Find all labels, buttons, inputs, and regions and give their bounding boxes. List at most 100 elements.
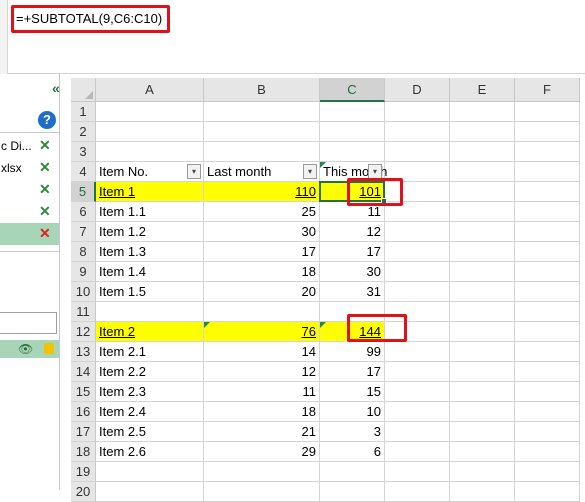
row-header-15[interactable]: 15 (71, 382, 96, 402)
cell-a6[interactable]: Item 1.1 (96, 202, 204, 222)
cell-empty[interactable] (515, 482, 580, 502)
column-header-b[interactable]: B (204, 78, 320, 102)
cell-c18[interactable]: 6 (320, 442, 385, 462)
cell-b20[interactable] (204, 482, 320, 502)
row-header-17[interactable]: 17 (71, 422, 96, 442)
cell-empty[interactable] (385, 222, 450, 242)
cell-c19[interactable] (320, 462, 385, 482)
row-header-14[interactable]: 14 (71, 362, 96, 382)
cell-empty[interactable] (450, 242, 515, 262)
row-header-3[interactable]: 3 (71, 142, 96, 162)
row-header-10[interactable]: 10 (71, 282, 96, 302)
eye-icon[interactable]: 👁 (18, 342, 33, 356)
cell-empty[interactable] (515, 242, 580, 262)
cell-a13[interactable]: Item 2.1 (96, 342, 204, 362)
cell-b16[interactable]: 18 (204, 402, 320, 422)
cell-b10[interactable]: 20 (204, 282, 320, 302)
cell-c7[interactable]: 12 (320, 222, 385, 242)
cell-b8[interactable]: 17 (204, 242, 320, 262)
remove-icon[interactable]: ✕ (39, 203, 51, 220)
cell-c13[interactable]: 99 (320, 342, 385, 362)
cell-a11[interactable] (96, 302, 204, 322)
cell-empty[interactable] (515, 202, 580, 222)
cell-empty[interactable] (385, 342, 450, 362)
cell-empty[interactable] (385, 442, 450, 462)
cell-b9[interactable]: 18 (204, 262, 320, 282)
cell-b18[interactable]: 29 (204, 442, 320, 462)
cell-empty[interactable] (385, 262, 450, 282)
column-header-a[interactable]: A (96, 78, 204, 102)
cell-c8[interactable]: 17 (320, 242, 385, 262)
select-all-corner[interactable] (71, 78, 96, 102)
cell-empty[interactable] (515, 322, 580, 342)
cell-empty[interactable] (450, 462, 515, 482)
cell-a18[interactable]: Item 2.6 (96, 442, 204, 462)
cell-b2[interactable] (204, 122, 320, 142)
row-header-5[interactable]: 5 (71, 182, 96, 202)
cell-empty[interactable] (450, 422, 515, 442)
row-header-11[interactable]: 11 (71, 302, 96, 322)
cell-empty[interactable] (450, 282, 515, 302)
cell-empty[interactable] (450, 222, 515, 242)
cell-empty[interactable] (385, 122, 450, 142)
cell-empty[interactable] (515, 402, 580, 422)
cell-b4[interactable]: Last month ▾ (204, 162, 320, 182)
cell-empty[interactable] (450, 442, 515, 462)
collapse-pane-icon[interactable]: « (52, 80, 60, 96)
cell-empty[interactable] (450, 142, 515, 162)
cell-b6[interactable]: 25 (204, 202, 320, 222)
pane-list-item[interactable]: c Di... ✕ (0, 135, 59, 157)
cell-a15[interactable]: Item 2.3 (96, 382, 204, 402)
cell-empty[interactable] (450, 262, 515, 282)
cell-c2[interactable] (320, 122, 385, 142)
cell-a19[interactable] (96, 462, 204, 482)
cell-a3[interactable] (96, 142, 204, 162)
row-header-6[interactable]: 6 (71, 202, 96, 222)
filter-dropdown-button[interactable]: ▾ (187, 164, 201, 179)
pane-list-item[interactable]: xlsx ✕ (0, 157, 59, 179)
cell-empty[interactable] (385, 402, 450, 422)
cell-a14[interactable]: Item 2.2 (96, 362, 204, 382)
row-header-19[interactable]: 19 (71, 462, 96, 482)
cell-empty[interactable] (450, 322, 515, 342)
cell-empty[interactable] (450, 342, 515, 362)
cell-b1[interactable] (204, 102, 320, 122)
row-header-1[interactable]: 1 (71, 102, 96, 122)
cell-b3[interactable] (204, 142, 320, 162)
cell-a10[interactable]: Item 1.5 (96, 282, 204, 302)
cell-empty[interactable] (385, 362, 450, 382)
cell-a2[interactable] (96, 122, 204, 142)
cell-empty[interactable] (515, 442, 580, 462)
cell-empty[interactable] (385, 482, 450, 502)
row-header-9[interactable]: 9 (71, 262, 96, 282)
cell-b12[interactable]: 76 (204, 322, 320, 342)
cell-a5[interactable]: Item 1 (96, 182, 204, 202)
row-header-13[interactable]: 13 (71, 342, 96, 362)
column-header-f[interactable]: F (515, 78, 580, 102)
cell-empty[interactable] (385, 142, 450, 162)
cell-a4[interactable]: Item No. ▾ (96, 162, 204, 182)
cell-a20[interactable] (96, 482, 204, 502)
cell-b11[interactable] (204, 302, 320, 322)
row-header-12[interactable]: 12 (71, 322, 96, 342)
cell-empty[interactable] (450, 302, 515, 322)
pane-list-item[interactable]: ✕ (0, 201, 59, 223)
cell-empty[interactable] (515, 362, 580, 382)
cell-c16[interactable]: 10 (320, 402, 385, 422)
cell-empty[interactable] (515, 142, 580, 162)
cell-empty[interactable] (385, 282, 450, 302)
cell-c15[interactable]: 15 (320, 382, 385, 402)
filter-dropdown-button[interactable]: ▾ (368, 164, 382, 179)
cell-empty[interactable] (515, 162, 580, 182)
cell-c17[interactable]: 3 (320, 422, 385, 442)
cell-c10[interactable]: 31 (320, 282, 385, 302)
cell-b19[interactable] (204, 462, 320, 482)
cell-empty[interactable] (515, 462, 580, 482)
filter-dropdown-button[interactable]: ▾ (303, 164, 317, 179)
cell-empty[interactable] (450, 482, 515, 502)
cell-a7[interactable]: Item 1.2 (96, 222, 204, 242)
cell-empty[interactable] (450, 382, 515, 402)
cell-empty[interactable] (385, 462, 450, 482)
cell-b7[interactable]: 30 (204, 222, 320, 242)
cell-empty[interactable] (450, 102, 515, 122)
